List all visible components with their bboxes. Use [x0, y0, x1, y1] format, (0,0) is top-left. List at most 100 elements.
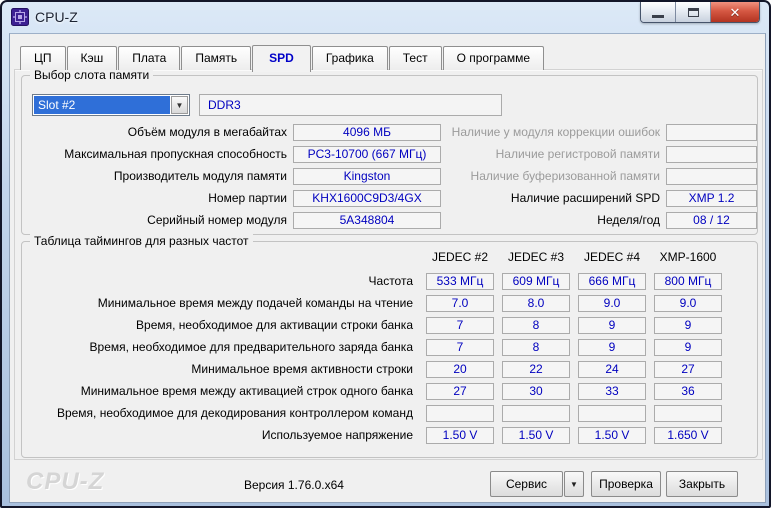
info-row: Наличие расширений SPD XMP 1.2 [442, 187, 757, 209]
timing-row: Используемое напряжение 1.50 V 1.50 V 1.… [28, 424, 722, 446]
info-row: Производитель модуля памяти Kingston [24, 165, 441, 187]
timing-cell [654, 405, 722, 422]
close-dialog-button[interactable]: Закрыть [666, 471, 738, 497]
column-header: JEDEC #3 [502, 250, 570, 264]
tab-item[interactable]: О программе [443, 46, 544, 70]
info-row: Неделя/год 08 / 12 [442, 209, 757, 231]
timing-cell: 609 МГц [502, 273, 570, 290]
memory-slot-select[interactable]: Slot #2 ▼ [32, 94, 190, 116]
timing-cell [502, 405, 570, 422]
timing-label: Минимальное время между активацией строк… [28, 384, 418, 398]
timing-row: Время, необходимое для предварительного … [28, 336, 722, 358]
info-value [666, 168, 757, 185]
module-info-left: Объём модуля в мегабайтах 4096 МБ Максим… [24, 121, 441, 231]
timings-rows: Частота 533 МГц 609 МГц 666 МГц 800 МГц … [28, 270, 722, 446]
timing-cell: 9 [578, 317, 646, 334]
timing-cell: 22 [502, 361, 570, 378]
timing-row: Минимальное время активности строки 20 2… [28, 358, 722, 380]
info-label: Наличие буферизованной памяти [442, 169, 666, 183]
info-row: Объём модуля в мегабайтах 4096 МБ [24, 121, 441, 143]
tab-item[interactable]: Графика [312, 46, 388, 70]
tab-item[interactable]: Кэш [67, 46, 118, 70]
info-label: Номер партии [24, 191, 293, 205]
tab-item[interactable]: Тест [389, 46, 442, 70]
info-row: Номер партии KHX1600C9D3/4GX [24, 187, 441, 209]
maximize-icon [688, 8, 699, 17]
info-label: Неделя/год [442, 213, 666, 227]
timing-cell: 20 [426, 361, 494, 378]
memory-type-field: DDR3 [199, 94, 502, 116]
info-label: Наличие расширений SPD [442, 191, 666, 205]
timing-row: Время, необходимое для активации строки … [28, 314, 722, 336]
info-label: Наличие регистровой памяти [442, 147, 666, 161]
memory-slot-group: Выбор слота памяти Slot #2 ▼ DDR3 Объём … [21, 75, 758, 235]
info-value: 08 / 12 [666, 212, 757, 229]
info-row: Наличие регистровой памяти [442, 143, 757, 165]
timing-cell: 36 [654, 383, 722, 400]
info-row: Максимальная пропускная способность PC3-… [24, 143, 441, 165]
chevron-down-icon[interactable]: ▼ [171, 96, 188, 114]
timing-label: Минимальное время активности строки [28, 362, 418, 376]
info-row: Наличие буферизованной памяти [442, 165, 757, 187]
info-value: 4096 МБ [293, 124, 441, 141]
info-value: KHX1600C9D3/4GX [293, 190, 441, 207]
service-button[interactable]: Сервис [490, 471, 563, 497]
column-header: JEDEC #4 [578, 250, 646, 264]
cpuz-logo: CPU-Z [26, 468, 104, 496]
memory-slot-group-title: Выбор слота памяти [30, 68, 153, 82]
info-row: Наличие у модуля коррекции ошибок [442, 121, 757, 143]
info-label: Наличие у модуля коррекции ошибок [442, 125, 666, 139]
timing-cell [578, 405, 646, 422]
tab-item[interactable]: SPD [252, 45, 311, 72]
timing-cell: 1.650 V [654, 427, 722, 444]
timing-cell: 9.0 [654, 295, 722, 312]
minimize-button[interactable] [641, 2, 676, 22]
timing-cell: 9 [654, 317, 722, 334]
timing-cell: 7 [426, 317, 494, 334]
info-value: 5A348804 [293, 212, 441, 229]
info-row: Серийный номер модуля 5A348804 [24, 209, 441, 231]
memory-slot-selected-value: Slot #2 [34, 96, 170, 114]
timings-table-group: Таблица таймингов для разных частот JEDE… [21, 241, 758, 458]
timing-row: Время, необходимое для декодирования кон… [28, 402, 722, 424]
column-header: JEDEC #2 [426, 250, 494, 264]
info-value [666, 146, 757, 163]
timing-label: Минимальное время между подачей команды … [28, 296, 418, 310]
timing-cell: 8 [502, 317, 570, 334]
timing-label: Время, необходимое для предварительного … [28, 340, 418, 354]
minimize-icon [652, 15, 664, 18]
tab-item[interactable]: ЦП [20, 46, 66, 70]
timing-cell: 800 МГц [654, 273, 722, 290]
timing-cell: 9.0 [578, 295, 646, 312]
window-title: CPU-Z [35, 9, 78, 25]
tab-item[interactable]: Память [181, 46, 251, 70]
info-label: Максимальная пропускная способность [24, 147, 293, 161]
cpuz-app-icon [11, 8, 29, 26]
maximize-button[interactable] [676, 2, 711, 22]
timing-row: Минимальное время между активацией строк… [28, 380, 722, 402]
info-value [666, 124, 757, 141]
timing-label: Частота [28, 274, 418, 288]
tab-item[interactable]: Плата [118, 46, 180, 70]
timing-cell: 33 [578, 383, 646, 400]
close-button[interactable]: ✕ [711, 2, 759, 22]
timing-row: Частота 533 МГц 609 МГц 666 МГц 800 МГц [28, 270, 722, 292]
validate-button[interactable]: Проверка [591, 471, 661, 497]
timing-cell: 533 МГц [426, 273, 494, 290]
timing-cell: 24 [578, 361, 646, 378]
timing-cell: 30 [502, 383, 570, 400]
close-icon: ✕ [730, 6, 741, 19]
timing-cell [426, 405, 494, 422]
info-value: XMP 1.2 [666, 190, 757, 207]
timing-cell: 8 [502, 339, 570, 356]
window-controls: ✕ [640, 2, 760, 23]
timing-cell: 1.50 V [502, 427, 570, 444]
timings-group-title: Таблица таймингов для разных частот [30, 234, 253, 248]
version-text: Версия 1.76.0.x64 [244, 478, 344, 492]
info-label: Объём модуля в мегабайтах [24, 125, 293, 139]
tab-strip: ЦПКэшПлатаПамятьSPDГрафикаТестО программ… [20, 46, 545, 70]
timing-cell: 1.50 V [426, 427, 494, 444]
service-dropdown-arrow[interactable]: ▼ [564, 471, 584, 497]
info-value: Kingston [293, 168, 441, 185]
timing-cell: 666 МГц [578, 273, 646, 290]
